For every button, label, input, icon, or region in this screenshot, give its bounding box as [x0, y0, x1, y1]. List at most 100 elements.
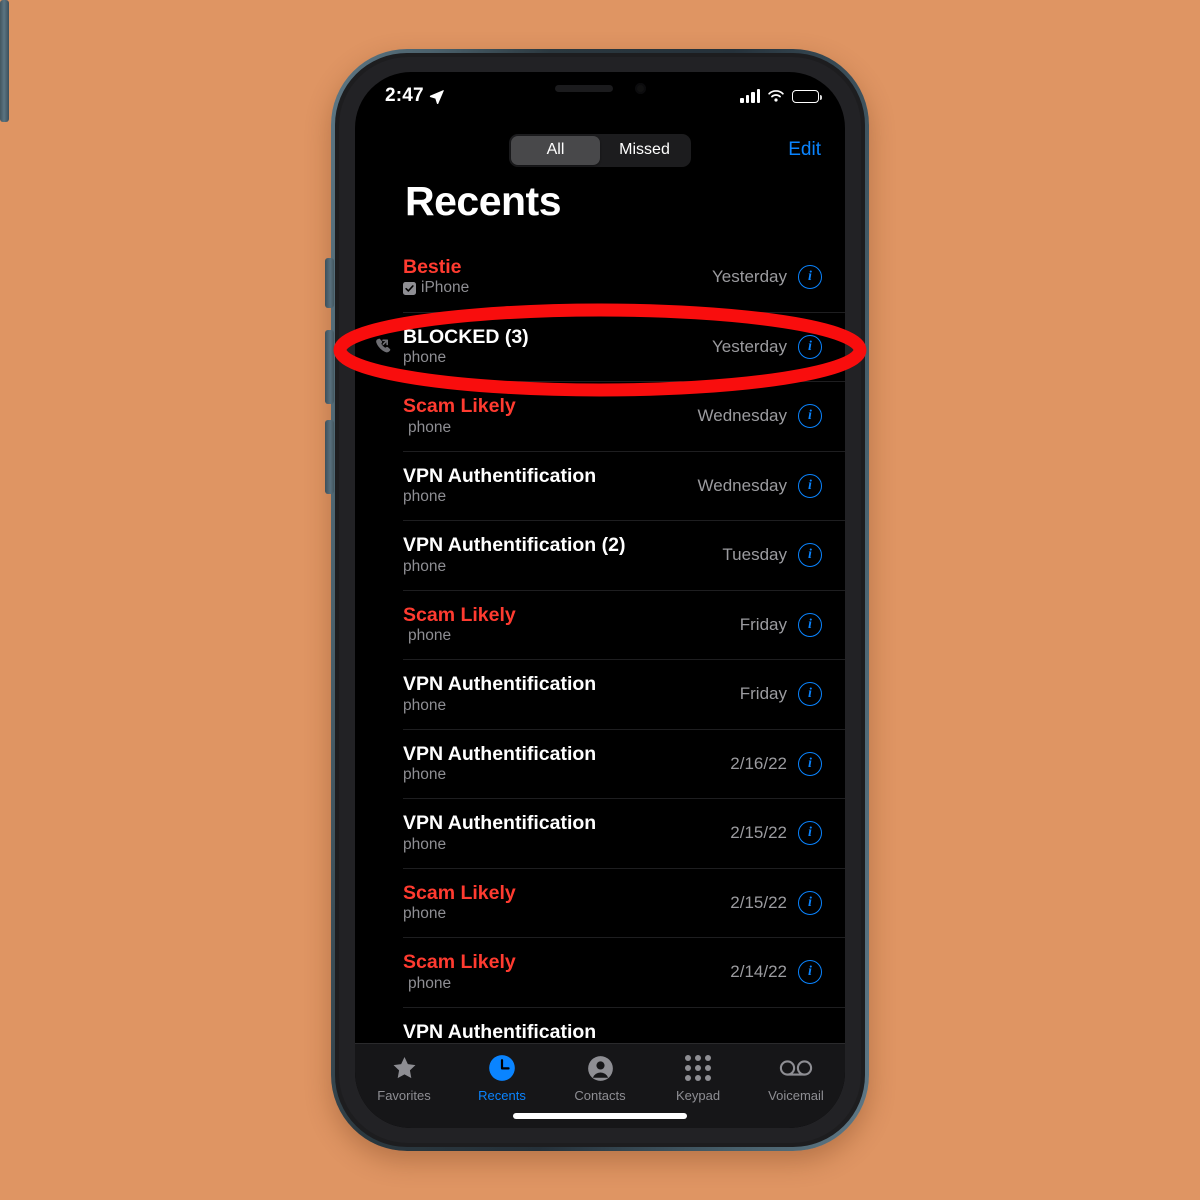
info-button[interactable]: i — [798, 404, 822, 429]
info-button[interactable]: i — [798, 264, 822, 289]
call-row-subtitle-text: phone — [403, 696, 447, 714]
call-row-time: Yesterday — [712, 336, 787, 356]
call-row-subtitle-text: phone — [403, 488, 447, 506]
call-row-name: Bestie — [403, 255, 462, 278]
call-row-subtitle: iPhone — [403, 279, 712, 296]
page-title: Recents — [405, 178, 562, 224]
info-button[interactable]: i — [798, 960, 822, 985]
call-row[interactable]: BLOCKED (3) phone Yesterday i — [376, 311, 845, 382]
volume-down-button[interactable] — [325, 420, 334, 494]
call-row-name: BLOCKED (3) — [403, 325, 529, 348]
info-button[interactable]: i — [798, 751, 822, 776]
tab-label: Keypad — [675, 1088, 721, 1103]
call-row-subtitle: phone — [403, 697, 740, 714]
call-row-subtitle: phone — [403, 558, 722, 575]
call-row-time: Wednesday — [697, 406, 787, 426]
call-row-subtitle: phone — [403, 905, 730, 922]
tab-label: Favorites — [377, 1088, 431, 1103]
call-row-name: Scam Likely — [403, 395, 516, 418]
info-button[interactable]: i — [798, 473, 822, 498]
call-row[interactable]: VPN Authentification phone 2/15/22 i — [403, 798, 845, 868]
call-row-name: VPN Authentification — [403, 464, 597, 487]
info-button[interactable]: i — [798, 821, 822, 846]
notch — [496, 72, 704, 105]
checkbox-checked-icon — [403, 281, 416, 295]
call-row-name: VPN Authentification — [403, 742, 597, 765]
call-row-subtitle: phone — [403, 349, 712, 366]
call-row-time: Tuesday — [722, 545, 787, 565]
home-indicator[interactable] — [513, 1113, 687, 1119]
call-row-name: Scam Likely — [403, 881, 516, 904]
call-row[interactable]: VPN Authentificationphonei — [403, 1006, 845, 1044]
person-icon — [587, 1053, 614, 1083]
info-button[interactable]: i — [798, 334, 822, 359]
call-row-time: Friday — [739, 614, 787, 634]
call-row-subtitle-text: phone — [403, 905, 447, 923]
cellular-bars-icon — [740, 89, 760, 103]
call-row-subtitle: phone — [403, 419, 698, 436]
call-row[interactable]: Scam Likely phone Friday i — [403, 589, 845, 660]
call-row-subtitle-text: iPhone — [421, 279, 470, 297]
call-row-subtitle-text: phone — [408, 627, 452, 645]
call-row[interactable]: VPN Authentification phone Wednesday i — [403, 450, 845, 521]
call-row-subtitle: phone — [403, 766, 730, 783]
call-row-time: Wednesday — [697, 475, 787, 495]
call-row-time: 2/16/22 — [730, 753, 787, 773]
call-row-name: VPN Authentification (2) — [403, 534, 626, 557]
tab-recents[interactable]: Recents — [453, 1053, 551, 1103]
call-list[interactable]: Bestie iPhone Yesterday i BLOCKED (3) phone Ye… — [355, 242, 845, 1043]
phone-screen: 2:47 All Missed Edit Recents Bestie iPhon — [355, 72, 845, 1128]
call-row-subtitle: phone — [403, 836, 730, 853]
info-button[interactable]: i — [798, 682, 822, 707]
keypad-icon — [685, 1053, 711, 1083]
battery-icon — [792, 89, 822, 103]
call-row-subtitle-text: phone — [403, 835, 447, 853]
call-row-subtitle-text: phone — [403, 349, 447, 367]
edit-button[interactable]: Edit — [788, 139, 821, 161]
call-row-time: 2/15/22 — [730, 823, 787, 843]
power-button[interactable] — [0, 0, 9, 122]
location-arrow-icon — [429, 89, 444, 104]
tab-contacts[interactable]: Contacts — [551, 1053, 649, 1103]
voicemail-icon — [779, 1053, 813, 1083]
tab-favorites[interactable]: Favorites — [355, 1053, 453, 1103]
call-row-name: Scam Likely — [403, 951, 516, 974]
tab-label: Contacts — [574, 1088, 626, 1103]
info-button[interactable]: i — [798, 543, 822, 568]
call-row[interactable]: VPN Authentification phone Friday i — [403, 659, 845, 729]
tab-label: Recents — [478, 1088, 526, 1103]
info-button[interactable]: i — [798, 890, 822, 915]
call-row[interactable]: Scam Likely phone 2/14/22 i — [403, 937, 845, 1007]
info-button[interactable]: i — [798, 612, 822, 637]
tab-label: Voicemail — [768, 1088, 824, 1103]
call-row-time: 2/15/22 — [730, 892, 787, 912]
volume-up-button[interactable] — [325, 330, 334, 404]
call-row[interactable]: VPN Authentification phone 2/16/22 i — [403, 728, 845, 799]
mute-switch[interactable] — [325, 258, 334, 308]
call-row-subtitle: phone — [403, 627, 740, 644]
status-bar-right — [740, 89, 822, 103]
call-row[interactable]: VPN Authentification (2) phone Tuesday i — [403, 520, 845, 590]
tab-voicemail[interactable]: Voicemail — [747, 1053, 845, 1103]
call-row[interactable]: Bestie iPhone Yesterday i — [403, 242, 845, 312]
clock-icon — [488, 1053, 516, 1083]
nav-header: All Missed Edit — [355, 120, 845, 180]
segment-missed[interactable]: Missed — [600, 136, 689, 165]
call-row-time: Yesterday — [712, 266, 787, 286]
call-row-subtitle: phone — [403, 488, 698, 505]
call-row-time: 2/14/22 — [730, 962, 787, 982]
status-bar-time: 2:47 — [385, 85, 424, 106]
call-row-subtitle-text: phone — [403, 766, 447, 784]
call-row-name: VPN Authentification — [403, 812, 597, 835]
call-row[interactable]: Scam Likely phone 2/15/22 i — [403, 867, 845, 938]
segment-all[interactable]: All — [511, 135, 600, 165]
call-row-subtitle-text: phone — [403, 557, 447, 575]
tab-keypad[interactable]: Keypad — [649, 1053, 747, 1103]
call-row[interactable]: Scam Likely phone Wednesday i — [403, 381, 845, 451]
outgoing-call-icon — [373, 336, 394, 357]
call-row-subtitle-text: phone — [408, 974, 452, 992]
segmented-control-all-missed[interactable]: All Missed — [509, 133, 691, 167]
call-row-name: VPN Authentification — [403, 673, 597, 696]
call-row-name: Scam Likely — [403, 603, 516, 626]
wifi-icon — [768, 90, 784, 102]
